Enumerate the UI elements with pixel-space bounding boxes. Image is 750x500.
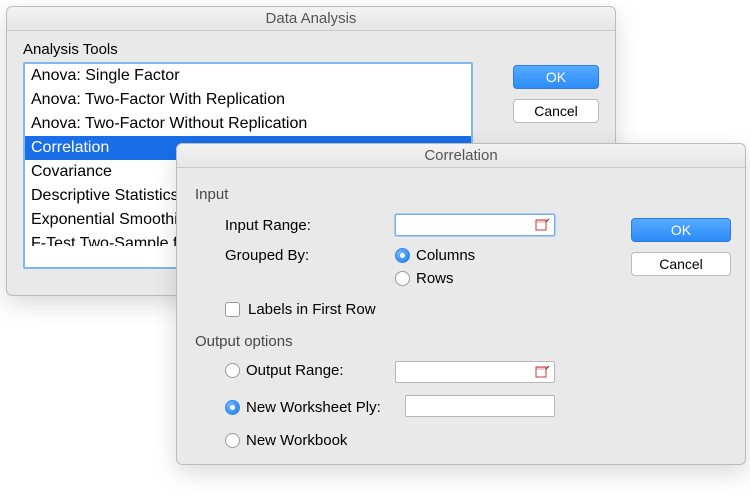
list-item[interactable]: Anova: Two-Factor Without Replication xyxy=(25,112,471,136)
checkbox-icon xyxy=(225,302,240,317)
radio-icon xyxy=(225,400,240,415)
radio-icon xyxy=(225,433,240,448)
radio-icon xyxy=(395,248,410,263)
dialog-title: Data Analysis xyxy=(7,7,615,31)
new-workbook-radio[interactable]: New Workbook xyxy=(225,432,347,449)
labels-first-row-checkbox[interactable]: Labels in First Row xyxy=(225,301,376,318)
correlation-dialog: Correlation OK Cancel Input Input Range: xyxy=(176,143,746,465)
cancel-button[interactable]: Cancel xyxy=(631,252,731,276)
range-picker-icon[interactable] xyxy=(535,217,551,233)
analysis-tools-label: Analysis Tools xyxy=(23,41,599,58)
dialog-title: Correlation xyxy=(177,144,745,168)
output-range-radio[interactable]: Output Range: xyxy=(225,362,344,379)
radio-icon xyxy=(395,271,410,286)
output-section-label: Output options xyxy=(195,333,613,350)
radio-label: Rows xyxy=(416,270,454,287)
grouped-by-rows-radio[interactable]: Rows xyxy=(395,270,475,287)
grouped-by-label: Grouped By: xyxy=(225,247,395,264)
radio-label: New Worksheet Ply: xyxy=(246,399,381,416)
checkbox-label: Labels in First Row xyxy=(248,301,376,318)
input-section-label: Input xyxy=(195,186,613,203)
cancel-button[interactable]: Cancel xyxy=(513,99,599,123)
list-item[interactable]: Anova: Single Factor xyxy=(25,64,471,88)
ok-button[interactable]: OK xyxy=(513,65,599,89)
output-range-field[interactable] xyxy=(395,361,555,383)
ok-button[interactable]: OK xyxy=(631,218,731,242)
radio-label: New Workbook xyxy=(246,432,347,449)
radio-icon xyxy=(225,363,240,378)
list-item[interactable]: Anova: Two-Factor With Replication xyxy=(25,88,471,112)
range-picker-icon[interactable] xyxy=(535,364,551,380)
radio-label: Output Range: xyxy=(246,362,344,379)
new-worksheet-field[interactable] xyxy=(405,395,555,417)
radio-label: Columns xyxy=(416,247,475,264)
new-worksheet-radio[interactable]: New Worksheet Ply: xyxy=(225,399,381,416)
input-range-field[interactable] xyxy=(395,214,555,236)
input-range-label: Input Range: xyxy=(225,217,395,234)
grouped-by-columns-radio[interactable]: Columns xyxy=(395,247,475,264)
